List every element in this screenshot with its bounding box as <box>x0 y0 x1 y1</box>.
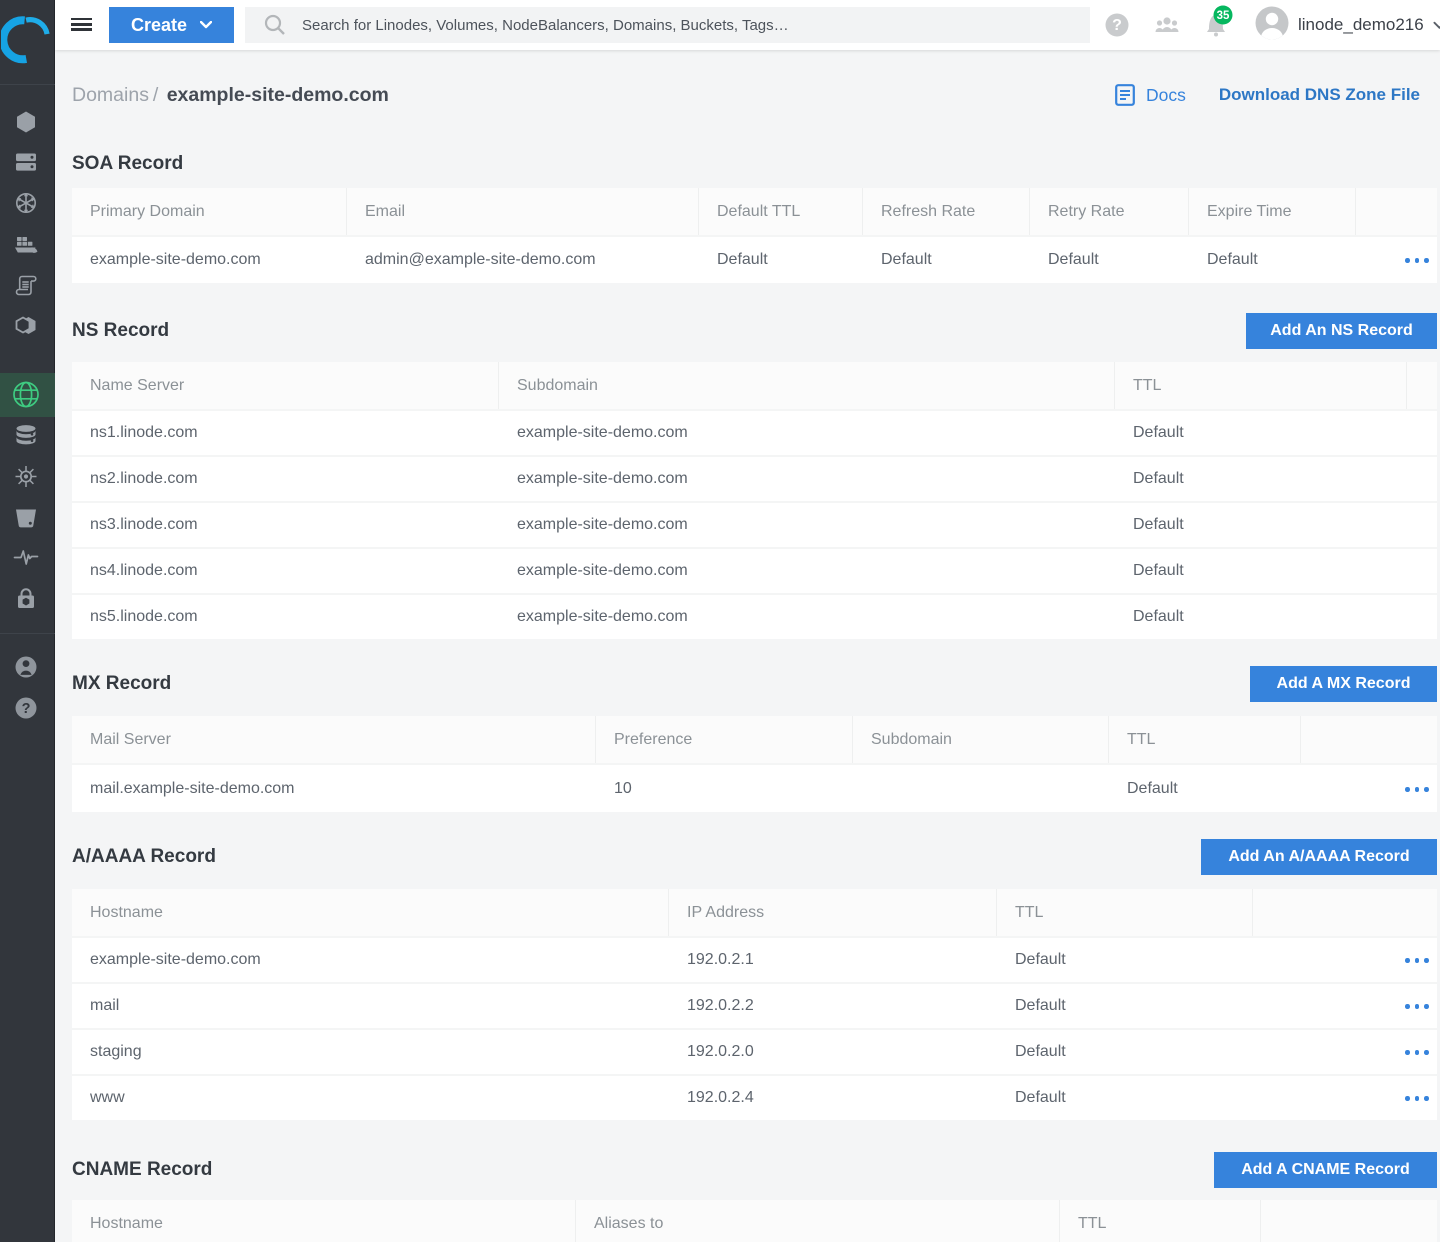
svg-text:35: 35 <box>1217 10 1230 22</box>
svg-text:?: ? <box>1112 17 1122 34</box>
svg-text:?: ? <box>22 701 31 717</box>
